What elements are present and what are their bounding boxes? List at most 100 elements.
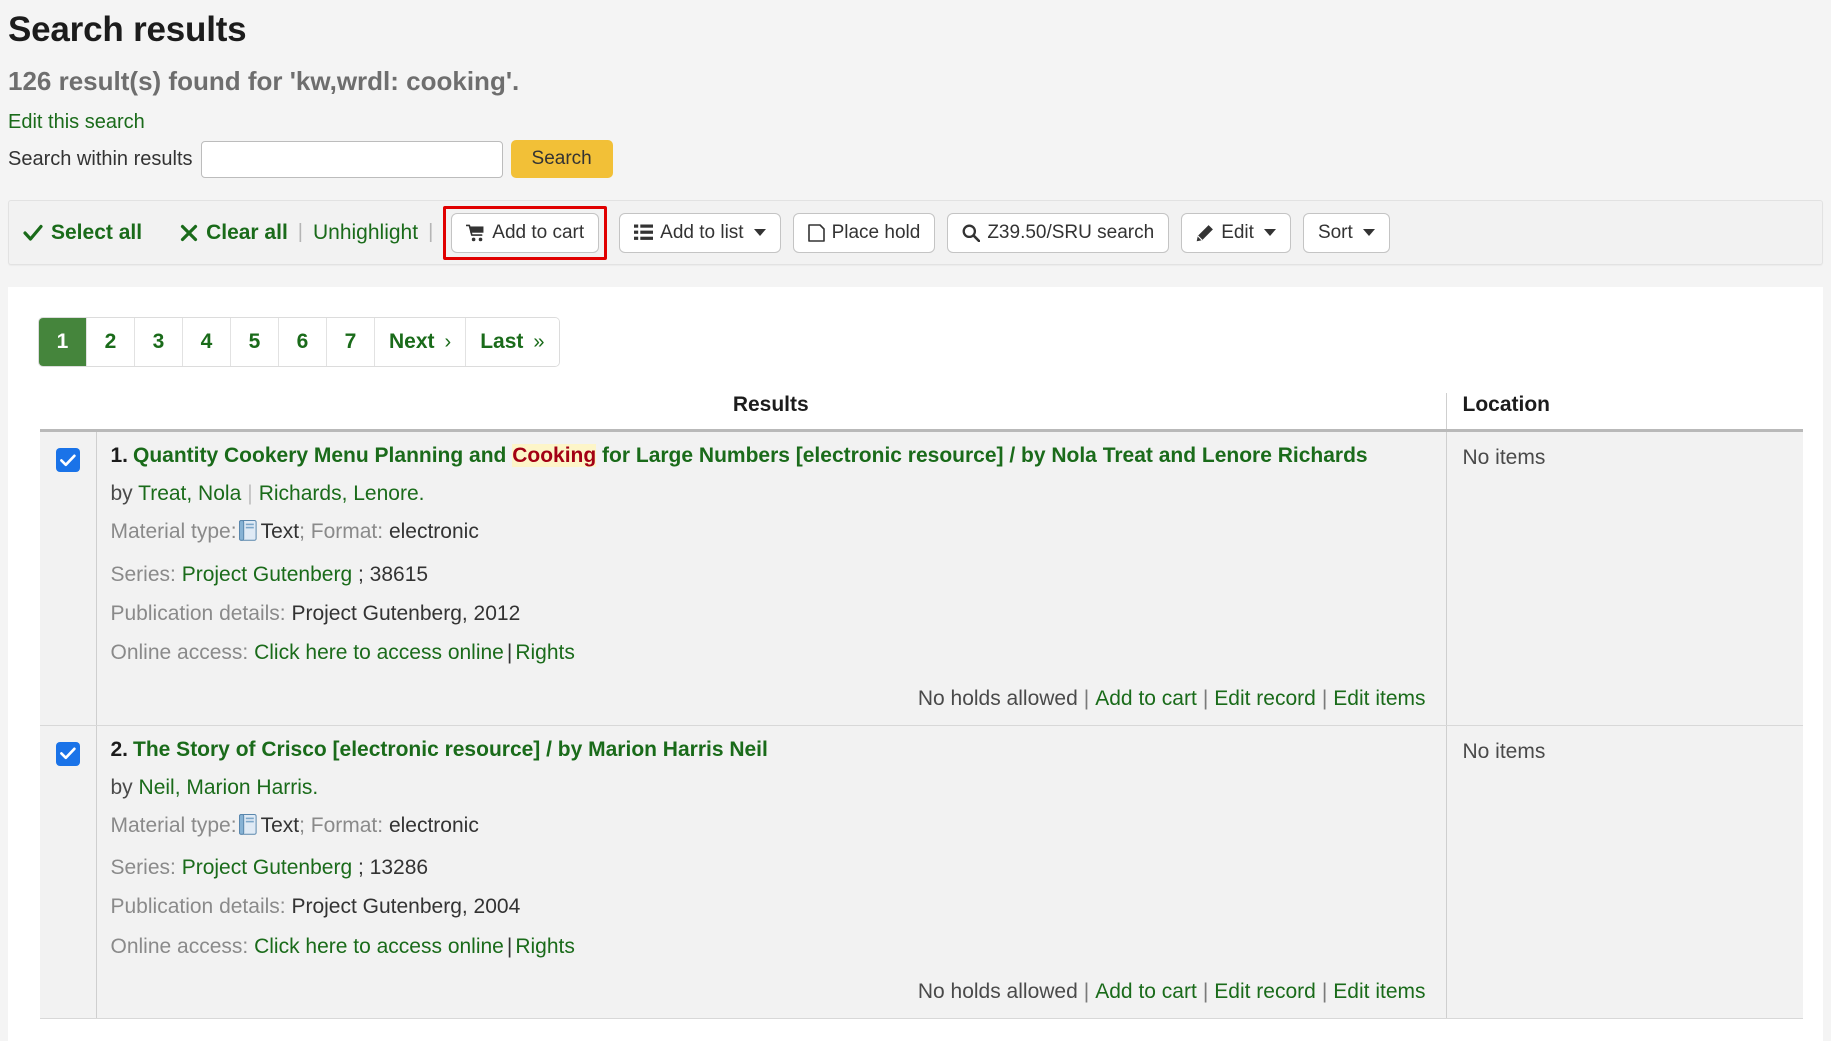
cart-icon [466, 224, 485, 242]
sort-label: Sort [1318, 222, 1353, 244]
pagination-last-label: Last [480, 330, 523, 354]
author-link-1[interactable]: Neil, Marion Harris. [139, 776, 319, 799]
series-link[interactable]: Project Gutenberg [182, 856, 352, 879]
rights-link[interactable]: Rights [515, 935, 575, 958]
rights-link[interactable]: Rights [515, 641, 575, 664]
row-edit-items-link[interactable]: Edit items [1333, 687, 1425, 710]
add-to-list-button[interactable]: Add to list [619, 213, 780, 253]
row-actions: No holds allowed|Add to cart|Edit record… [111, 972, 1432, 1010]
row-edit-record-link[interactable]: Edit record [1214, 687, 1316, 710]
result-byline: by Treat, Nola|Richards, Lenore. [111, 482, 1432, 506]
row-edit-record-link[interactable]: Edit record [1214, 980, 1316, 1003]
online-access-link[interactable]: Click here to access online [254, 641, 504, 664]
chevron-down-icon [754, 229, 766, 236]
page-link-6[interactable]: 6 [279, 318, 327, 366]
result-material-type: Material type:Text; Format: electronic [111, 812, 1432, 842]
results-table: Results Location [40, 393, 1803, 1019]
row-checkbox-cell [40, 431, 96, 726]
search-button[interactable]: Search [511, 140, 613, 178]
result-publication-details: Publication details: Project Gutenberg, … [111, 600, 1432, 627]
material-type-value: Text [261, 520, 300, 543]
author-link-2[interactable]: Richards, Lenore. [259, 482, 425, 505]
row-select-checkbox[interactable] [56, 742, 80, 766]
add-to-cart-highlight-box: Add to cart [443, 206, 607, 260]
online-access-link[interactable]: Click here to access online [254, 935, 504, 958]
row-location-cell: No items [1446, 725, 1803, 1019]
series-link[interactable]: Project Gutenberg [182, 563, 352, 586]
table-row: 1.Quantity Cookery Menu Planning and Coo… [40, 431, 1803, 726]
results-summary: 126 result(s) found for 'kw,wrdl: cookin… [0, 50, 1831, 97]
row-main-cell: 1.Quantity Cookery Menu Planning and Coo… [96, 431, 1446, 726]
byline-prefix: by [111, 482, 133, 505]
online-access-label: Online access: [111, 935, 249, 958]
page-link-2[interactable]: 2 [87, 318, 135, 366]
toolbar-divider-1: | [288, 221, 313, 244]
page-link-5[interactable]: 5 [231, 318, 279, 366]
result-title-part-before: Quantity Cookery Menu Planning and [133, 444, 512, 467]
format-value: electronic [389, 520, 479, 543]
result-title: 2.The Story of Crisco [electronic resour… [111, 736, 1432, 764]
action-separator: | [1197, 980, 1214, 1003]
edit-label: Edit [1221, 222, 1254, 244]
row-actions: No holds allowed|Add to cart|Edit record… [111, 679, 1432, 717]
result-title-link[interactable]: The Story of Crisco [electronic resource… [133, 738, 768, 761]
material-type-label: Material type: [111, 520, 237, 543]
page-link-1[interactable]: 1 [39, 318, 87, 366]
result-series: Series: Project Gutenberg ; 38615 [111, 561, 1432, 588]
chevron-right-icon: › [445, 331, 452, 354]
format-value: electronic [389, 814, 479, 837]
select-all-link[interactable]: Select all [23, 221, 142, 245]
column-header-results: Results [96, 393, 1446, 431]
page-link-4[interactable]: 4 [183, 318, 231, 366]
result-online-access: Online access: Click here to access onli… [111, 639, 1432, 666]
result-title-link[interactable]: Quantity Cookery Menu Planning and Cooki… [133, 444, 1368, 467]
edit-search-row: Edit this search [0, 97, 1831, 134]
row-add-to-cart-link[interactable]: Add to cart [1095, 980, 1197, 1003]
series-number: ; 13286 [358, 856, 428, 879]
book-icon [239, 814, 257, 842]
result-title-part-before: The Story of Crisco [electronic resource… [133, 738, 768, 761]
search-results-page: Search results 126 result(s) found for '… [0, 0, 1831, 1041]
pagination-next[interactable]: Next › [375, 318, 466, 366]
format-label: ; Format: [299, 814, 383, 837]
author-link-1[interactable]: Treat, Nola [138, 482, 241, 505]
place-hold-button[interactable]: Place hold [793, 213, 936, 253]
note-icon [808, 224, 825, 242]
unhighlight-link[interactable]: Unhighlight [313, 221, 418, 245]
page-link-7[interactable]: 7 [327, 318, 375, 366]
row-add-to-cart-link[interactable]: Add to cart [1095, 687, 1197, 710]
results-toolbar: Select all Clear all | Unhighlight | [8, 200, 1823, 265]
publication-label: Publication details: [111, 895, 286, 918]
page-link-3[interactable]: 3 [135, 318, 183, 366]
result-material-type: Material type:Text; Format: electronic [111, 518, 1432, 548]
pagination: 1 2 3 4 5 6 7 Next › Last » [38, 317, 560, 367]
author-separator: | [241, 482, 258, 505]
result-byline: by Neil, Marion Harris. [111, 776, 1432, 800]
add-to-list-label: Add to list [660, 222, 743, 244]
search-within-input[interactable] [201, 141, 503, 178]
clear-all-link[interactable]: Clear all [180, 221, 288, 245]
pagination-last[interactable]: Last » [466, 318, 558, 366]
row-checkbox-cell [40, 725, 96, 1019]
row-location-cell: No items [1446, 431, 1803, 726]
pencil-icon [1196, 224, 1214, 242]
book-icon [239, 520, 257, 548]
row-select-checkbox[interactable] [56, 448, 80, 472]
result-series: Series: Project Gutenberg ; 13286 [111, 854, 1432, 881]
edit-button[interactable]: Edit [1181, 213, 1291, 253]
edit-this-search-link[interactable]: Edit this search [8, 111, 145, 133]
result-title: 1.Quantity Cookery Menu Planning and Coo… [111, 442, 1432, 470]
row-edit-items-link[interactable]: Edit items [1333, 980, 1425, 1003]
add-to-cart-button[interactable]: Add to cart [451, 213, 599, 253]
z3950-sru-search-button[interactable]: Z39.50/SRU search [947, 213, 1169, 253]
results-table-head: Results Location [40, 393, 1803, 431]
chevron-down-icon [1363, 229, 1375, 236]
place-hold-label: Place hold [832, 222, 921, 244]
series-label: Series: [111, 856, 176, 879]
series-label: Series: [111, 563, 176, 586]
online-access-label: Online access: [111, 641, 249, 664]
results-table-body: 1.Quantity Cookery Menu Planning and Coo… [40, 431, 1803, 1019]
sort-button[interactable]: Sort [1303, 213, 1390, 253]
action-separator: | [1078, 980, 1095, 1003]
publication-value: Project Gutenberg, 2012 [291, 602, 520, 625]
